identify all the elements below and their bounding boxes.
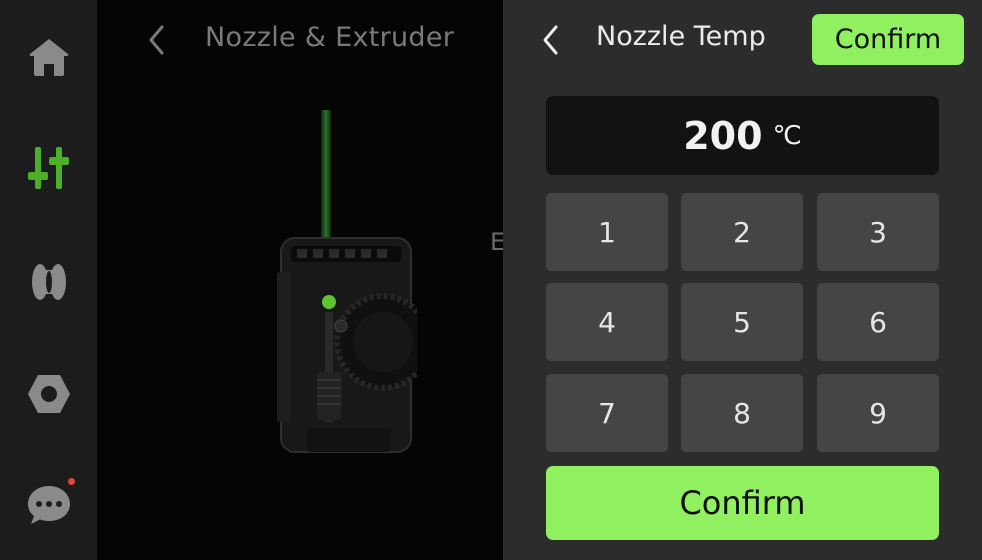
key-8[interactable]: 8 <box>681 374 803 452</box>
panel-title: Nozzle Temp <box>596 21 766 52</box>
key-9[interactable]: 9 <box>817 374 939 452</box>
key-4[interactable]: 4 <box>546 283 668 361</box>
key-1[interactable]: 1 <box>546 193 668 271</box>
partial-label: E <box>490 228 503 256</box>
page-title: Nozzle & Extruder <box>205 22 455 53</box>
key-6[interactable]: 6 <box>817 283 939 361</box>
filament-spool-icon <box>31 264 66 300</box>
confirm-top-button[interactable]: Confirm <box>812 14 964 65</box>
key-5[interactable]: 5 <box>681 283 803 361</box>
nozzle-extruder-screen: Nozzle & Extruder E <box>97 0 503 560</box>
nav-filament-button[interactable] <box>0 237 97 327</box>
chevron-left-icon <box>149 25 164 55</box>
toolhead-image <box>277 237 417 453</box>
temperature-display[interactable]: 200 ℃ <box>546 96 939 175</box>
nav-rail <box>0 0 97 560</box>
nav-messages-button[interactable] <box>0 460 97 550</box>
notification-dot <box>68 478 75 485</box>
key-7[interactable]: 7 <box>546 374 668 452</box>
key-2[interactable]: 2 <box>681 193 803 271</box>
filament-strand <box>321 110 331 238</box>
temperature-unit: ℃ <box>772 120 802 151</box>
confirm-bottom-button[interactable]: Confirm <box>546 466 939 540</box>
nav-home-button[interactable] <box>0 12 97 102</box>
nav-control-button[interactable] <box>0 123 97 213</box>
hex-nut-icon <box>27 375 70 413</box>
back-button[interactable] <box>142 22 172 58</box>
home-icon <box>29 39 68 76</box>
chat-icon <box>27 486 70 524</box>
nav-settings-button[interactable] <box>0 349 97 439</box>
key-3[interactable]: 3 <box>817 193 939 271</box>
sliders-icon <box>27 147 69 189</box>
panel-back-button[interactable] <box>536 22 566 58</box>
temperature-value: 200 <box>683 113 763 158</box>
chevron-left-icon <box>543 25 558 55</box>
nozzle-temp-panel: Nozzle Temp Confirm 200 ℃ 1 2 3 4 5 6 7 … <box>503 0 982 560</box>
